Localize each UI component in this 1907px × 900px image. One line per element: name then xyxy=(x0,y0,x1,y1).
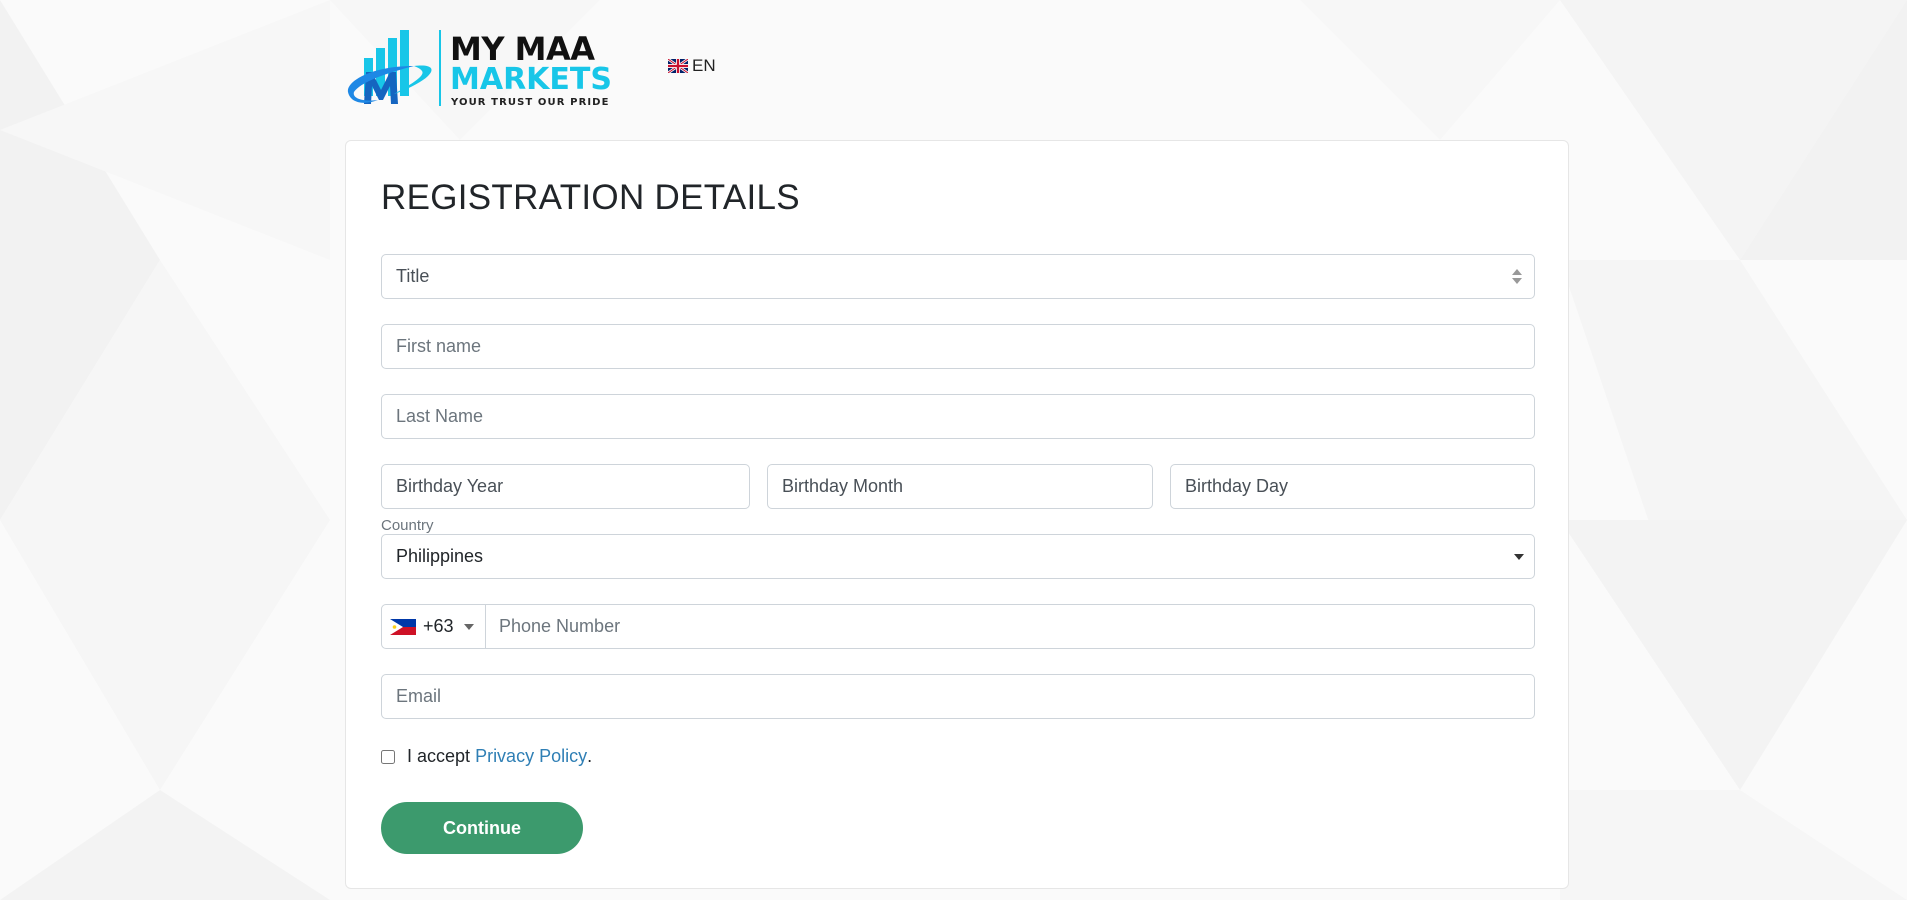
birthday-year-value: Birthday Year xyxy=(396,476,504,496)
chevron-down-icon xyxy=(463,623,474,630)
logo-divider xyxy=(439,30,441,106)
privacy-policy-link[interactable]: Privacy Policy xyxy=(475,746,587,767)
dial-code-selector[interactable]: +63 xyxy=(382,605,486,648)
brand-name-line1: MY MAA xyxy=(450,30,595,68)
phone-number-input[interactable] xyxy=(486,605,1534,648)
birthday-year-select[interactable]: Birthday Year xyxy=(381,464,750,509)
page-title: REGISTRATION DETAILS xyxy=(381,178,800,217)
updown-arrows-icon xyxy=(1512,269,1522,284)
email-input[interactable] xyxy=(381,674,1535,719)
birthday-month-select[interactable]: Birthday Month xyxy=(767,464,1153,509)
country-select-value: Philippines xyxy=(396,546,484,566)
country-select[interactable]: Philippines xyxy=(381,534,1535,579)
registration-page: MY MAA MARKETS YOUR TRUST OUR PRIDE EN R… xyxy=(0,0,1907,900)
privacy-consent: I accept Privacy Policy. xyxy=(381,746,592,767)
country-label: Country xyxy=(381,517,434,534)
brand-name-line2: MARKETS xyxy=(450,62,612,97)
title-select[interactable]: Title xyxy=(381,254,1535,299)
privacy-suffix: . xyxy=(587,746,593,766)
brand-mark-icon xyxy=(347,30,432,104)
continue-button[interactable]: Continue xyxy=(381,802,583,854)
uk-flag-icon xyxy=(668,59,688,73)
first-name-input[interactable] xyxy=(381,324,1535,369)
philippines-flag-icon xyxy=(390,618,416,635)
birthday-month-value: Birthday Month xyxy=(782,476,904,496)
chevron-down-icon xyxy=(1514,553,1524,560)
privacy-checkbox[interactable] xyxy=(381,749,395,764)
phone-field: +63 xyxy=(381,604,1535,649)
title-select-value: Title xyxy=(396,266,430,286)
brand-logo[interactable]: MY MAA MARKETS YOUR TRUST OUR PRIDE xyxy=(344,28,612,108)
last-name-input[interactable] xyxy=(381,394,1535,439)
language-selector[interactable]: EN xyxy=(668,56,716,76)
dial-code: +63 xyxy=(423,616,454,636)
birthday-day-value: Birthday Day xyxy=(1185,476,1289,496)
registration-card: REGISTRATION DETAILS Title Birthday Year… xyxy=(345,140,1569,889)
brand-tagline: YOUR TRUST OUR PRIDE xyxy=(451,97,610,108)
privacy-prefix: I accept xyxy=(407,746,471,766)
language-code: EN xyxy=(692,56,716,75)
birthday-day-select[interactable]: Birthday Day xyxy=(1170,464,1535,509)
